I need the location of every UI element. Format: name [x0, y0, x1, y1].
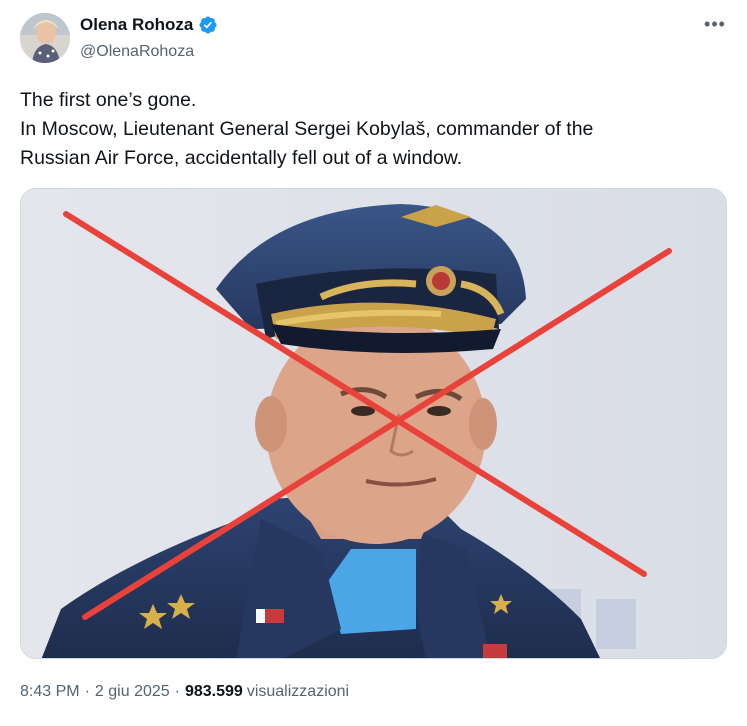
- display-name[interactable]: Olena Rohoza: [80, 15, 193, 35]
- views-count: 983.599: [184, 683, 243, 700]
- tweet-text-line: Russian Air Force, accidentally fell out…: [20, 147, 463, 169]
- more-options-icon[interactable]: •••: [703, 12, 727, 36]
- avatar[interactable]: [20, 13, 70, 63]
- tweet-text: The first one’s gone. In Moscow, Lieuten…: [20, 86, 720, 173]
- tweet-media-photo[interactable]: [20, 188, 727, 659]
- views-label: visualizzazioni: [246, 683, 350, 700]
- tweet-text-line: In Moscow, Lieutenant General Sergei Kob…: [20, 118, 594, 140]
- meta-separator: ·: [84, 683, 90, 700]
- tweet-meta: 8:43 PM · 2 giu 2025 · 983.599 visualizz…: [20, 683, 349, 701]
- tweet: Olena Rohoza @OlenaRohoza ••• The first …: [0, 0, 747, 726]
- tweet-date[interactable]: 2 giu 2025: [95, 683, 170, 701]
- meta-separator: ·: [174, 683, 180, 700]
- avatar-photo: [20, 13, 70, 63]
- author-name-row[interactable]: Olena Rohoza: [80, 15, 218, 35]
- tweet-time[interactable]: 8:43 PM: [20, 683, 80, 701]
- tweet-text-line: The first one’s gone.: [20, 89, 197, 111]
- verified-badge-icon: [199, 16, 217, 34]
- handle[interactable]: @OlenaRohoza: [80, 43, 194, 61]
- media-image: [21, 189, 726, 658]
